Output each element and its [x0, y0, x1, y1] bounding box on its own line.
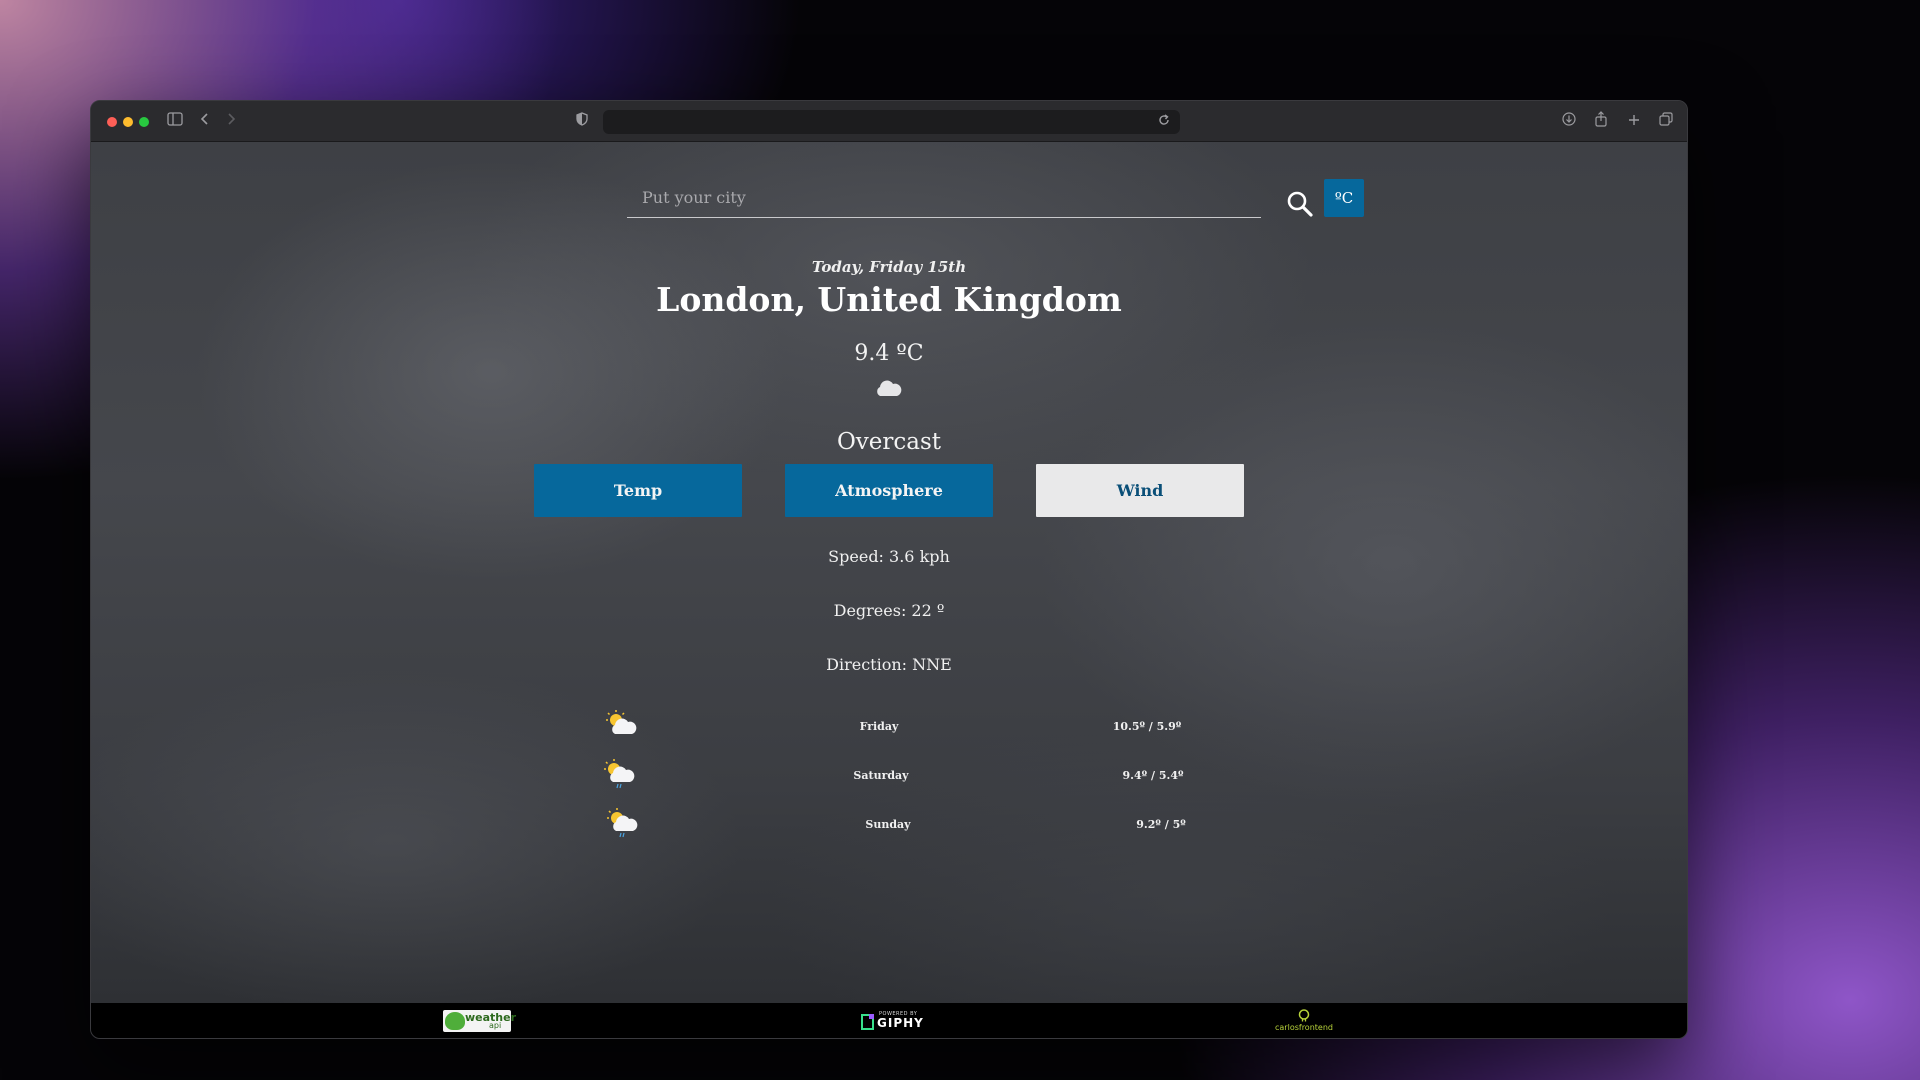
browser-toolbar: [91, 101, 1687, 142]
tab-atmosphere[interactable]: Atmosphere: [785, 464, 993, 517]
wind-direction: Direction: NNE: [826, 655, 952, 674]
share-icon[interactable]: [1591, 111, 1611, 131]
city-search-input[interactable]: [627, 177, 1261, 217]
forecast-range: 10.5º / 5.9º: [1112, 720, 1182, 733]
back-icon[interactable]: [195, 111, 215, 131]
giphy-name: GIPHY: [877, 1016, 924, 1030]
giphy-mark-icon: [861, 1014, 874, 1030]
partly-cloudy-icon: [603, 709, 639, 739]
sun-cloud-rain-icon: [601, 758, 637, 789]
close-window-button[interactable]: [107, 117, 117, 127]
weatherapi-logo[interactable]: weather api: [443, 1010, 516, 1032]
downloads-icon[interactable]: [1559, 111, 1579, 131]
browser-window: ºC Today, Friday 15th London, United Kin…: [90, 100, 1688, 1039]
reload-icon[interactable]: [1154, 111, 1174, 131]
forecast-day: Saturday: [853, 769, 909, 782]
github-icon: [1298, 1009, 1310, 1022]
current-temperature: 9.4 ºC: [854, 341, 924, 366]
wind-degrees: Degrees: 22 º: [833, 601, 945, 620]
weatherapi-logo-subtitle: api: [489, 1021, 502, 1030]
current-date: Today, Friday 15th: [811, 258, 967, 276]
wind-speed: Speed: 3.6 kph: [828, 547, 950, 566]
maximize-window-button[interactable]: [139, 117, 149, 127]
new-tab-icon[interactable]: [1624, 111, 1644, 131]
forecast-range: 9.2º / 5º: [1136, 818, 1186, 831]
cloud-icon: [873, 377, 903, 399]
sun-cloud-rain-icon: [604, 807, 640, 838]
weather-page: ºC Today, Friday 15th London, United Kin…: [91, 142, 1687, 1003]
location-title: London, United Kingdom: [656, 280, 1122, 319]
page-footer: weather api POWERED BY GIPHY carlosfront…: [91, 1003, 1687, 1038]
unit-toggle-button[interactable]: ºC: [1324, 179, 1364, 217]
address-bar[interactable]: [603, 110, 1180, 134]
forecast-day: Friday: [859, 720, 899, 733]
search-box: [627, 177, 1261, 218]
tab-wind[interactable]: Wind: [1036, 464, 1244, 517]
sidebar-toggle-icon[interactable]: [165, 111, 185, 131]
tab-overview-icon[interactable]: [1656, 111, 1676, 131]
weatherapi-leaf-icon: [445, 1012, 465, 1030]
forecast-day: Sunday: [865, 818, 911, 831]
forward-icon[interactable]: [221, 111, 241, 131]
tab-temp[interactable]: Temp: [534, 464, 742, 517]
privacy-shield-icon[interactable]: [572, 111, 592, 131]
condition-text: Overcast: [836, 429, 942, 455]
minimize-window-button[interactable]: [123, 117, 133, 127]
search-icon[interactable]: [1286, 190, 1314, 218]
author-logo-text: carlosfrontend: [1275, 1023, 1333, 1032]
forecast-range: 9.4º / 5.4º: [1122, 769, 1184, 782]
author-logo[interactable]: carlosfrontend: [1269, 1009, 1339, 1035]
